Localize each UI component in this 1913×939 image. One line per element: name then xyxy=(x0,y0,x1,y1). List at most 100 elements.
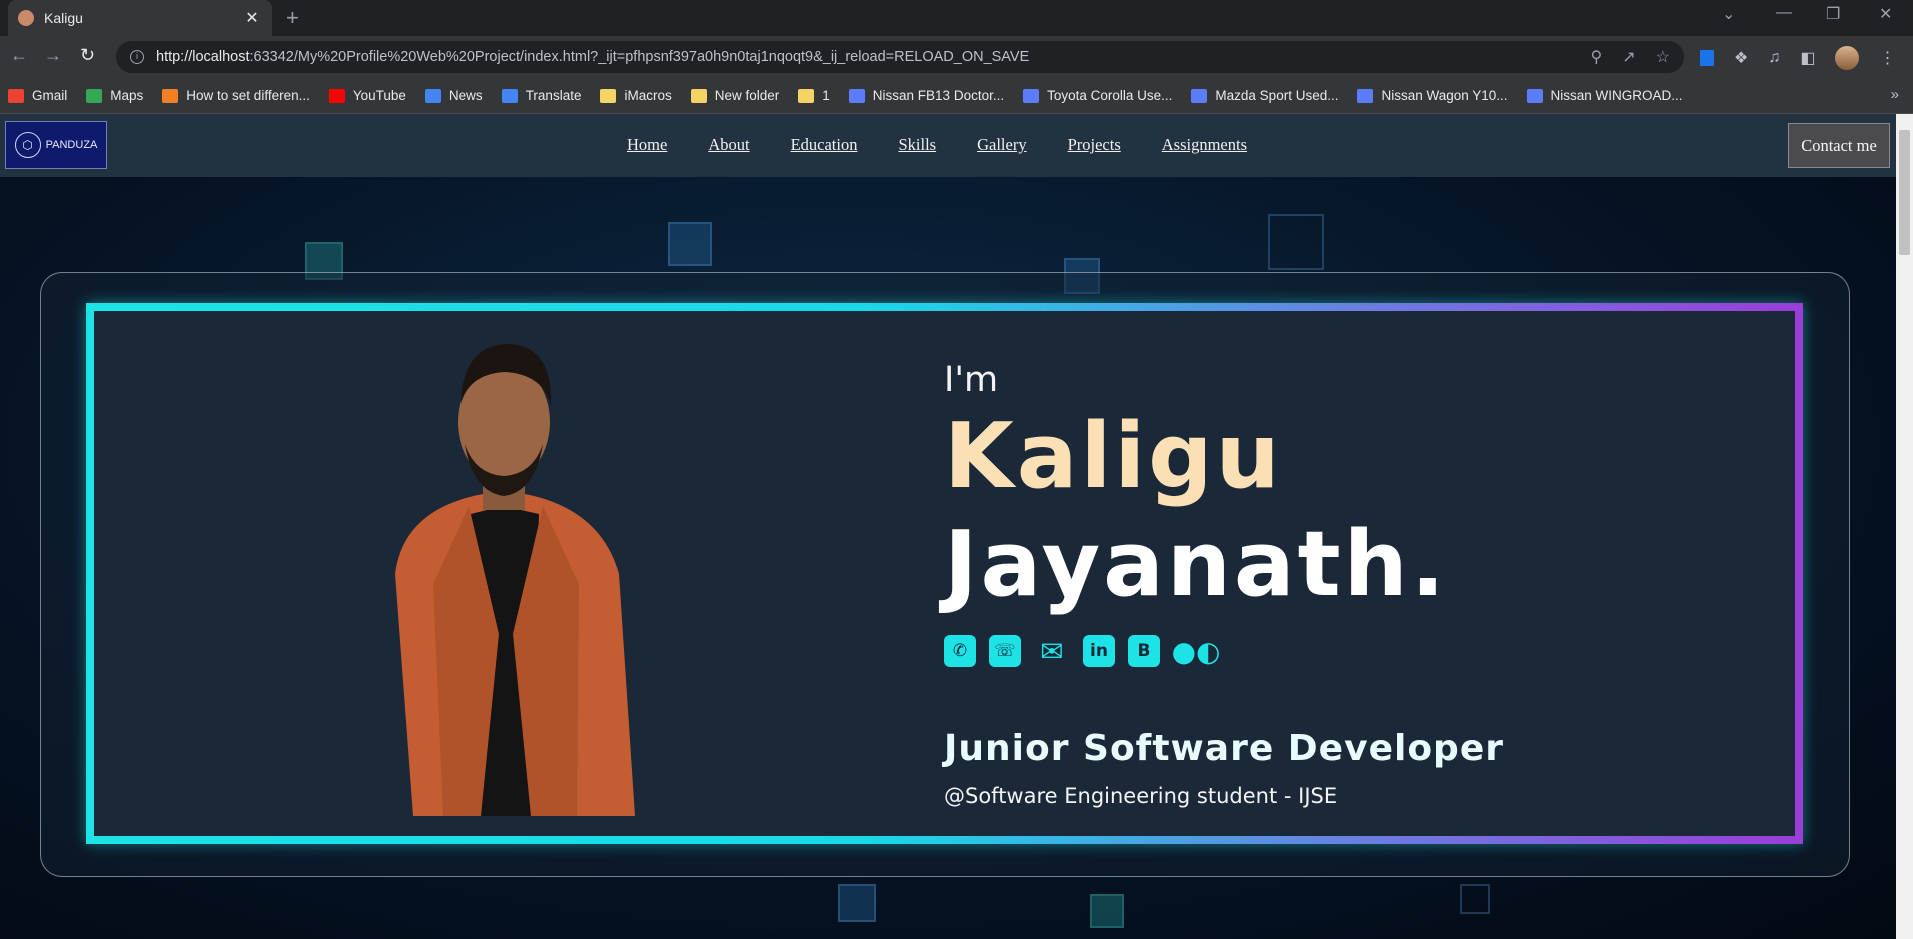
nav-projects[interactable]: Projects xyxy=(1068,135,1121,155)
background-square xyxy=(1460,884,1490,914)
bookmark-label: Translate xyxy=(525,88,582,103)
logo-hexagon-icon: ⬡ xyxy=(14,132,41,158)
web-page: ⬡ PANDUZA Home About Education Skills Ga… xyxy=(0,114,1896,939)
background-square xyxy=(1090,894,1124,928)
background-square xyxy=(668,222,712,266)
bookmark-label: iMacros xyxy=(624,88,672,103)
menu-kebab-icon[interactable]: ⋮ xyxy=(1879,48,1895,68)
site-logo[interactable]: ⬡ PANDUZA xyxy=(5,121,107,169)
bookmark-label: Toyota Corolla Use... xyxy=(1047,88,1173,103)
hero-intro: I'm xyxy=(944,360,999,400)
bookmarks-more-icon[interactable]: » xyxy=(1891,86,1899,103)
bookmark-item[interactable]: Translate xyxy=(501,88,582,103)
bookmark-label: Maps xyxy=(110,88,144,103)
bookmark-item[interactable]: iMacros xyxy=(600,88,672,103)
bookmark-item[interactable]: How to set differen... xyxy=(162,88,310,103)
bookmark-favicon-icon xyxy=(690,88,707,103)
site-navbar: ⬡ PANDUZA Home About Education Skills Ga… xyxy=(0,114,1896,177)
browser-toolbar: ← → ↻ i http://localhost:63342/My%20Prof… xyxy=(0,36,1913,78)
nav-about[interactable]: About xyxy=(708,135,749,155)
profile-portrait xyxy=(395,344,635,816)
bookmark-item[interactable]: New folder xyxy=(690,88,780,103)
url-host: http://localhost xyxy=(156,49,250,65)
restore-button[interactable]: ❐ xyxy=(1826,4,1840,24)
bookmark-item[interactable]: Nissan Wagon Y10... xyxy=(1357,88,1508,103)
bookmark-label: Mazda Sport Used... xyxy=(1215,88,1339,103)
bookmark-favicon-icon xyxy=(501,88,518,103)
browser-tab[interactable]: Kaligu ✕ xyxy=(8,0,272,36)
bookmark-label: Nissan Wagon Y10... xyxy=(1381,88,1508,103)
site-info-icon[interactable]: i xyxy=(130,50,144,64)
bookmark-item[interactable]: Mazda Sport Used... xyxy=(1191,88,1338,103)
nav-gallery[interactable]: Gallery xyxy=(977,135,1026,155)
new-tab-button[interactable]: + xyxy=(286,5,299,31)
bookmark-label: News xyxy=(448,88,483,103)
bookmark-favicon-icon xyxy=(86,88,103,103)
nav-skills[interactable]: Skills xyxy=(898,135,936,155)
bookmark-favicon-icon xyxy=(848,88,865,103)
close-window-button[interactable]: ✕ xyxy=(1879,4,1892,24)
hero-last-name: Jayanath. xyxy=(944,512,1448,617)
bookmark-item[interactable]: Nissan WINGROAD... xyxy=(1526,88,1683,103)
profile-avatar[interactable] xyxy=(1835,46,1860,70)
media-control-icon[interactable]: ♫ xyxy=(1768,49,1780,67)
forward-arrow-icon[interactable]: → xyxy=(44,45,62,66)
bookmark-favicon-icon xyxy=(798,88,815,103)
hero-first-name: Kaligu xyxy=(944,404,1283,509)
nav-assignments[interactable]: Assignments xyxy=(1162,135,1247,155)
bookmark-star-icon[interactable]: ☆ xyxy=(1656,47,1670,67)
bookmark-label: New folder xyxy=(714,88,780,103)
extensions-puzzle-icon[interactable]: ❖ xyxy=(1734,48,1748,68)
reload-icon[interactable]: ↻ xyxy=(80,45,95,66)
bookmark-favicon-icon xyxy=(1023,88,1040,103)
bookmark-item[interactable]: Nissan FB13 Doctor... xyxy=(848,88,1005,103)
back-arrow-icon[interactable]: ← xyxy=(10,45,28,66)
minimize-button[interactable]: — xyxy=(1776,4,1792,22)
nav-education[interactable]: Education xyxy=(791,135,858,155)
bookmark-favicon-icon xyxy=(328,88,345,103)
contact-me-button[interactable]: Contact me xyxy=(1788,123,1890,168)
zoom-icon[interactable]: ⚲ xyxy=(1591,47,1603,67)
tab-close-icon[interactable]: ✕ xyxy=(242,8,262,28)
bookmark-item[interactable]: Maps xyxy=(86,88,143,103)
logo-text: PANDUZA xyxy=(45,139,98,151)
bookmark-item[interactable]: Gmail xyxy=(8,88,67,103)
extension-app-icon[interactable] xyxy=(1700,50,1714,66)
bookmarks-bar: Gmail Maps How to set differen... YouTube Ne… xyxy=(0,78,1913,114)
background-square xyxy=(1268,214,1324,270)
bookmark-item[interactable]: News xyxy=(424,88,483,103)
main-menu: Home About Education Skills Gallery Proj… xyxy=(627,135,1288,155)
bookmark-item[interactable]: YouTube xyxy=(328,88,406,103)
blogger-icon[interactable]: B xyxy=(1128,635,1160,667)
bookmark-label: Nissan FB13 Doctor... xyxy=(872,88,1005,103)
hero-role: Junior Software Developer xyxy=(944,728,1504,769)
medium-icon[interactable]: ●◐ xyxy=(1172,635,1221,668)
favicon-icon xyxy=(18,10,34,26)
tab-search-icon[interactable]: ⌄ xyxy=(1722,4,1735,24)
bookmark-label: 1 xyxy=(822,88,830,103)
bookmark-label: Gmail xyxy=(32,88,68,103)
bookmark-favicon-icon xyxy=(600,88,617,103)
tab-title: Kaligu xyxy=(44,10,83,26)
side-panel-icon[interactable]: ◧ xyxy=(1800,48,1815,68)
bookmark-item[interactable]: Toyota Corolla Use... xyxy=(1023,88,1172,103)
bookmark-item[interactable]: 1 xyxy=(798,88,830,103)
url-path: :63342/My%20Profile%20Web%20Project/inde… xyxy=(249,49,1030,65)
email-icon[interactable]: ✉ xyxy=(1034,635,1070,668)
bookmark-favicon-icon xyxy=(1357,88,1374,103)
bookmark-favicon-icon xyxy=(8,88,24,103)
scrollbar-thumb[interactable] xyxy=(1899,130,1910,255)
address-bar[interactable]: i http://localhost:63342/My%20Profile%20… xyxy=(116,41,1684,73)
bookmark-favicon-icon xyxy=(162,88,179,103)
share-icon[interactable]: ↗ xyxy=(1622,47,1635,67)
bookmark-label: Nissan WINGROAD... xyxy=(1550,88,1683,103)
whatsapp-icon[interactable]: ☏ xyxy=(989,635,1021,667)
tab-strip: Kaligu ✕ + ⌄ — ❐ ✕ xyxy=(0,0,1913,36)
nav-home[interactable]: Home xyxy=(627,135,667,155)
phone-icon[interactable]: ✆ xyxy=(944,635,976,667)
linkedin-icon[interactable]: in xyxy=(1083,635,1115,667)
bookmark-favicon-icon xyxy=(1191,88,1208,103)
hero-subtitle: @Software Engineering student - IJSE xyxy=(944,784,1338,808)
social-links: ✆ ☏ ✉ in B ●◐ xyxy=(944,635,1221,668)
background-square xyxy=(838,884,876,922)
